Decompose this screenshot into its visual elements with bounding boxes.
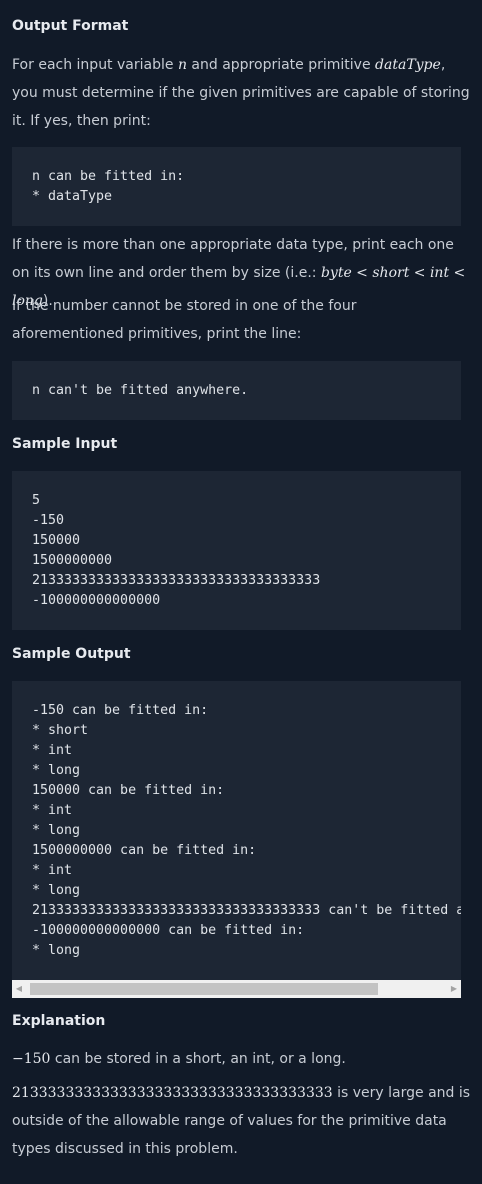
output-format-heading: Output Format <box>12 18 129 34</box>
code-text: -150 can be fitted in: * short * int * l… <box>32 703 461 958</box>
sample-input-heading: Sample Input <box>12 436 118 452</box>
code-block-sample-output[interactable]: -150 can be fitted in: * short * int * l… <box>12 681 461 980</box>
explanation-heading: Explanation <box>12 1013 106 1029</box>
sample-output-heading: Sample Output <box>12 646 131 662</box>
math-number: 213333333333333333333333333333333333 <box>12 1085 333 1101</box>
paragraph-text: and appropriate primitive <box>186 57 376 73</box>
cannot-store-paragraph: If the number cannot be stored in one of… <box>12 298 357 342</box>
code-text: n can't be fitted anywhere. <box>32 383 249 398</box>
scroll-left-arrow-icon[interactable]: ◀ <box>12 980 26 998</box>
math-variable-n: n <box>177 57 187 73</box>
code-block-sample-input: 5 -150 150000 1500000000 213333333333333… <box>12 471 461 630</box>
math-variable-datatype: dataType <box>375 57 441 73</box>
explanation-line-2: 213333333333333333333333333333333333 is … <box>12 1079 472 1163</box>
horizontal-scrollbar[interactable]: ◀ ▶ <box>12 980 461 998</box>
paragraph-text: For each input variable <box>12 57 178 73</box>
code-text: n can be fitted in: * dataType <box>32 169 185 204</box>
scrollbar-thumb[interactable] <box>30 983 378 995</box>
code-text: 5 -150 150000 1500000000 213333333333333… <box>32 493 321 608</box>
paragraph-text: can be stored in a short, an int, or a l… <box>50 1051 346 1067</box>
math-number: −150 <box>12 1051 51 1067</box>
explanation-line-1: −150 can be stored in a short, an int, o… <box>12 1045 472 1073</box>
scroll-right-arrow-icon[interactable]: ▶ <box>447 980 461 998</box>
code-block-fitted-format: n can be fitted in: * dataType <box>12 147 461 226</box>
output-format-paragraph: For each input variable n and appropriat… <box>12 51 472 135</box>
code-block-anywhere: n can't be fitted anywhere. <box>12 361 461 420</box>
